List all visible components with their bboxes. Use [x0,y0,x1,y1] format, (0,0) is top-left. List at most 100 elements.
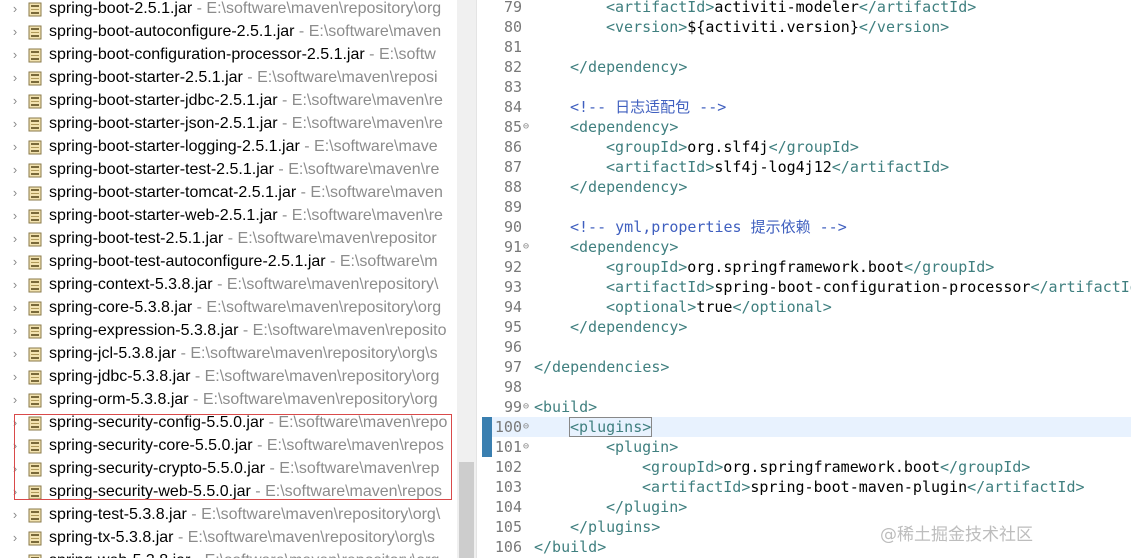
code-line[interactable]: 106 </build> [482,537,1131,557]
expand-chevron-icon[interactable]: › [9,43,21,66]
expand-chevron-icon[interactable]: › [9,204,21,227]
jar-path: E:\software\maven\repository\org\ [201,506,441,523]
expand-chevron-icon[interactable]: › [9,273,21,296]
expand-chevron-icon[interactable]: › [9,549,21,558]
code-line[interactable]: 79 <artifactId>activiti-modeler</artifact… [482,0,1131,17]
code-line[interactable]: 91 ⊖ <dependency> [482,237,1131,257]
jar-list-item[interactable]: › spring-context-5.3.8.jar - E:\software\… [0,273,457,296]
code-line[interactable]: 85 ⊖ <dependency> [482,117,1131,137]
code-text: <plugin> [606,437,678,457]
code-line[interactable]: 105 </plugins> [482,517,1131,537]
fold-toggle-icon[interactable]: ⊖ [523,417,529,437]
jar-list-item[interactable]: › spring-boot-starter-2.5.1.jar - E:\soft… [0,66,457,89]
xml-tag: </groupId> [940,458,1031,476]
jar-list-item[interactable]: › spring-tx-5.3.8.jar - E:\software\maven… [0,526,457,549]
jar-list-item[interactable]: › spring-boot-test-autoconfigure-2.5.1.ja… [0,250,457,273]
code-line[interactable]: 84 <!-- 日志适配包 --> [482,97,1131,117]
jar-list-item[interactable]: › spring-boot-starter-json-2.5.1.jar - E:… [0,112,457,135]
expand-chevron-icon[interactable]: › [9,342,21,365]
expand-chevron-icon[interactable]: › [9,89,21,112]
expand-chevron-icon[interactable]: › [9,66,21,89]
jar-list-item[interactable]: › spring-boot-configuration-processor-2.5… [0,43,457,66]
code-line[interactable]: 97 </dependencies> [482,357,1131,377]
expand-chevron-icon[interactable]: › [9,388,21,411]
scrollbar-thumb[interactable] [459,462,474,558]
expand-chevron-icon[interactable]: › [9,181,21,204]
fold-toggle-icon[interactable]: ⊖ [523,237,529,257]
code-line[interactable]: 101 ⊖ <plugin> [482,437,1131,457]
code-line[interactable]: 93 <artifactId>spring-boot-configuration-… [482,277,1131,297]
xml-text: true [696,298,733,316]
jar-list-item[interactable]: › spring-jcl-5.3.8.jar - E:\software\mave… [0,342,457,365]
fold-toggle-icon[interactable]: ⊖ [523,117,529,137]
code-line[interactable]: 98 [482,377,1131,397]
code-line[interactable]: 103 <artifactId>spring-boot-maven-plugin<… [482,477,1131,497]
expand-chevron-icon[interactable]: › [9,0,21,20]
code-line[interactable]: 100 ⊖ <plugins> [482,417,1131,437]
code-line[interactable]: 104 </plugin> [482,497,1131,517]
code-line[interactable]: 80 <version>${activiti.version}</version> [482,17,1131,37]
jar-list-item[interactable]: › spring-boot-test-2.5.1.jar - E:\softwar… [0,227,457,250]
code-line[interactable]: 88 </dependency> [482,177,1131,197]
jar-icon [28,162,42,178]
expand-chevron-icon[interactable]: › [9,319,21,342]
code-line[interactable]: 95 </dependency> [482,317,1131,337]
code-line[interactable]: 83 [482,77,1131,97]
jar-path: E:\software\maven\repository\org [204,368,440,385]
expand-chevron-icon[interactable]: › [9,250,21,273]
expand-chevron-icon[interactable]: › [9,20,21,43]
expand-chevron-icon[interactable]: › [9,112,21,135]
jar-list-item[interactable]: › spring-test-5.3.8.jar - E:\software\mav… [0,503,457,526]
line-number: 97 [503,358,522,376]
code-text: <build> [534,397,597,417]
jar-list-item[interactable]: › spring-expression-5.3.8.jar - E:\softwa… [0,319,457,342]
fold-toggle-icon[interactable]: ⊖ [523,437,529,457]
expand-chevron-icon[interactable]: › [9,503,21,526]
line-number: 100 [494,418,522,436]
fold-toggle-icon[interactable]: ⊖ [523,397,529,417]
expand-chevron-icon[interactable]: › [9,296,21,319]
line-number: 81 [503,38,522,56]
code-line[interactable]: 90 <!-- yml,properties 提示依赖 --> [482,217,1131,237]
jar-list-item[interactable]: › spring-core-5.3.8.jar - E:\software\mav… [0,296,457,319]
jar-list-item[interactable]: › spring-boot-autoconfigure-2.5.1.jar - E… [0,20,457,43]
jar-list-item[interactable]: › spring-boot-starter-tomcat-2.5.1.jar - … [0,181,457,204]
code-line[interactable]: 86 <groupId>org.slf4j</groupId> [482,137,1131,157]
jar-list-item[interactable]: › spring-boot-starter-test-2.5.1.jar - E:… [0,158,457,181]
jar-path: E:\software\maven\reposi [257,69,438,86]
jar-name: spring-boot-test-autoconfigure-2.5.1.jar [49,253,326,270]
code-line[interactable]: 102 <groupId>org.springframework.boot</gr… [482,457,1131,477]
code-line[interactable]: 94 <optional>true</optional> [482,297,1131,317]
jar-separator: - [190,552,204,558]
code-line[interactable]: 89 [482,197,1131,217]
code-line[interactable]: 87 <artifactId>slf4j-log4j12</artifactId> [482,157,1131,177]
jar-icon [28,139,42,155]
jar-list-item[interactable]: › spring-orm-5.3.8.jar - E:\software\mave… [0,388,457,411]
jar-list-item[interactable]: › spring-web-5.3.8.jar - E:\software\mave… [0,549,457,558]
jar-list-item[interactable]: › spring-jdbc-5.3.8.jar - E:\software\mav… [0,365,457,388]
jar-path: E:\software\maven\repository\org [206,0,442,17]
xml-tag: </artifactId> [967,478,1085,496]
xml-code-editor[interactable]: 79 <artifactId>activiti-modeler</artifact… [482,0,1131,558]
expand-chevron-icon[interactable]: › [9,158,21,181]
code-line[interactable]: 96 [482,337,1131,357]
jar-path: E:\software\maven\re [291,207,443,224]
code-line[interactable]: 92 <groupId>org.springframework.boot</gro… [482,257,1131,277]
code-text: <groupId>org.springframework.boot</group… [606,257,994,277]
jar-name: spring-boot-starter-jdbc-2.5.1.jar [49,92,278,109]
code-line[interactable]: 81 [482,37,1131,57]
code-line[interactable]: 82 </dependency> [482,57,1131,77]
code-text: </dependency> [570,317,687,337]
vertical-scrollbar[interactable] [457,0,476,558]
jar-list-item[interactable]: › spring-boot-starter-web-2.5.1.jar - E:\… [0,204,457,227]
expand-chevron-icon[interactable]: › [9,365,21,388]
expand-chevron-icon[interactable]: › [9,526,21,549]
code-line[interactable]: 99 ⊖ <build> [482,397,1131,417]
expand-chevron-icon[interactable]: › [9,135,21,158]
jar-list-item[interactable]: › spring-boot-starter-logging-2.5.1.jar -… [0,135,457,158]
line-number: 99 [503,398,522,416]
jar-label: spring-test-5.3.8.jar - E:\software\mave… [49,503,440,526]
jar-list-item[interactable]: › spring-boot-2.5.1.jar - E:\software\mav… [0,0,457,20]
jar-list-item[interactable]: › spring-boot-starter-jdbc-2.5.1.jar - E:… [0,89,457,112]
expand-chevron-icon[interactable]: › [9,227,21,250]
